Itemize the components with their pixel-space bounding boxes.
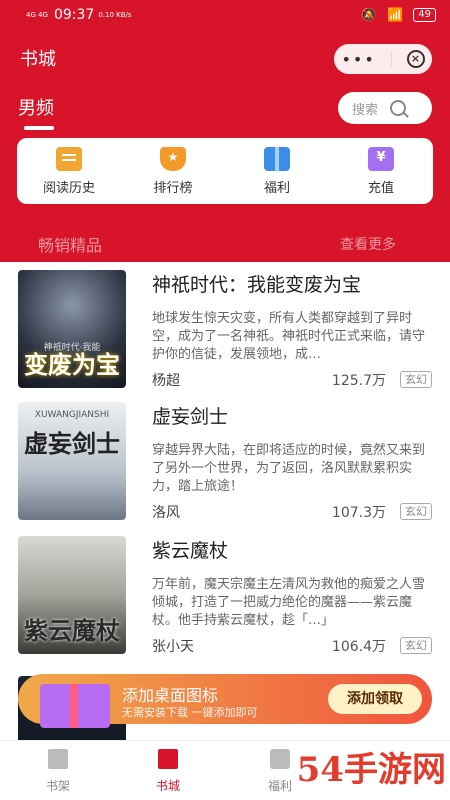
claim-button[interactable]: 添加领取 <box>328 684 422 714</box>
book-genre-tag: 玄幻 <box>400 637 432 654</box>
close-icon[interactable]: × <box>406 50 425 68</box>
book-description: 万年前，魔天宗魔主左清风为救他的痴爱之人雪倾城，打造了一把威力绝伦的魔器——紫云… <box>152 577 426 628</box>
status-time: 09:37 <box>53 7 95 23</box>
capsule-divider <box>390 51 392 67</box>
section-header: 畅销精品 查看更多 <box>0 232 450 260</box>
nav-label: 书城 <box>155 779 180 793</box>
book-author: 张小天 <box>152 639 194 655</box>
wallet-icon <box>368 146 394 171</box>
view-more-link[interactable]: 查看更多 <box>340 234 396 254</box>
search-input[interactable]: 搜索 <box>338 92 432 124</box>
quick-menu-label: 阅读历史 <box>42 180 95 196</box>
title-bar: 书城 ••• × <box>0 38 450 78</box>
book-genre-tag: 玄幻 <box>400 371 432 388</box>
quick-menu: 阅读历史 排行榜 福利 充值 <box>17 138 433 204</box>
cover-title: 变废为宝 <box>24 350 120 379</box>
more-options-icon[interactable]: ••• <box>341 50 375 69</box>
book-cover[interactable]: 神祇时代·我能 变废为宝 <box>18 270 126 388</box>
tab-male[interactable]: 男频 <box>18 94 54 120</box>
quick-menu-welfare[interactable]: 福利 <box>232 146 322 196</box>
banner-subtitle: 无需安装下载 一键添加即可 <box>122 706 258 719</box>
cover-subtitle: XUWANGJIANSHI <box>34 410 110 420</box>
book-cover[interactable]: 紫云魔杖 <box>18 536 126 654</box>
book-title[interactable]: 紫云魔杖 <box>152 536 228 563</box>
quick-menu-history[interactable]: 阅读历史 <box>24 146 114 196</box>
book-item[interactable]: 神祇时代·我能 变废为宝 神祇时代：我能变废为宝 地球发生惊天灾变，所有人类都穿… <box>0 262 450 389</box>
rank-icon <box>160 146 186 171</box>
gift-icon <box>264 146 290 171</box>
book-description: 地球发生惊天灾变，所有人类都穿越到了异时空，成为了一名神祇。神祇时代正式来临，请… <box>152 311 426 362</box>
network-speed: 0.10 KB/s <box>98 11 132 19</box>
welfare-icon <box>270 749 290 769</box>
history-icon <box>56 146 82 171</box>
banner-title: 添加桌面图标 <box>122 686 219 705</box>
battery-icon: 49 <box>413 8 436 22</box>
status-bar: 4G 4G 09:37 0.10 KB/s 🔕 📶 49 <box>0 0 450 30</box>
book-word-count: 107.3万 <box>331 505 386 521</box>
quick-menu-label: 排行榜 <box>153 180 193 196</box>
book-genre-tag: 玄幻 <box>400 503 432 520</box>
bookshelf-icon <box>48 749 68 769</box>
page-title: 书城 <box>20 49 56 70</box>
book-item[interactable]: 紫云魔杖 紫云魔杖 万年前，魔天宗魔主左清风为救他的痴爱之人雪倾城，打造了一把威… <box>0 528 450 655</box>
channel-tabs: 男频 搜索 <box>0 88 450 134</box>
mute-icon: 🔕 <box>360 7 378 23</box>
quick-menu-label: 充值 <box>367 180 394 196</box>
network-indicator: 4G 4G <box>26 11 48 19</box>
nav-label: 福利 <box>267 779 292 793</box>
book-title[interactable]: 神祇时代：我能变废为宝 <box>152 270 361 297</box>
book-author: 洛风 <box>152 505 180 521</box>
search-placeholder: 搜索 <box>352 102 379 118</box>
section-title: 畅销精品 <box>38 236 103 255</box>
quick-menu-label: 福利 <box>263 180 290 196</box>
gift-box-icon <box>40 684 110 728</box>
bookstore-icon <box>158 749 178 769</box>
book-item[interactable]: XUWANGJIANSHI 虚妄剑士 虚妄剑士 穿越异界大陆，在即将适应的时候，… <box>0 394 450 521</box>
nav-bookstore[interactable]: 书城 <box>128 749 208 794</box>
book-word-count: 106.4万 <box>331 639 386 655</box>
book-author: 杨超 <box>152 373 180 389</box>
book-description: 穿越异界大陆，在即将适应的时候，竟然又来到了另外一个世界，为了返回，洛风默默累积… <box>152 443 426 494</box>
cover-title: 紫云魔杖 <box>24 616 120 645</box>
nav-bookshelf[interactable]: 书架 <box>18 749 98 794</box>
tab-active-indicator <box>24 126 54 130</box>
site-watermark: 54手游网 <box>296 750 446 790</box>
mini-program-capsule: ••• × <box>334 44 432 74</box>
add-to-desktop-banner[interactable]: 添加桌面图标 无需安装下载 一键添加即可 添加领取 <box>18 674 432 728</box>
book-title[interactable]: 虚妄剑士 <box>152 402 228 429</box>
quick-menu-recharge[interactable]: 充值 <box>336 146 426 196</box>
book-word-count: 125.7万 <box>331 373 386 389</box>
search-icon <box>390 100 407 116</box>
cover-title: 虚妄剑士 <box>24 429 120 458</box>
quick-menu-rank[interactable]: 排行榜 <box>128 146 218 196</box>
nav-label: 书架 <box>45 779 70 793</box>
wifi-icon: 📶 <box>387 7 404 23</box>
book-cover[interactable]: XUWANGJIANSHI 虚妄剑士 <box>18 402 126 520</box>
